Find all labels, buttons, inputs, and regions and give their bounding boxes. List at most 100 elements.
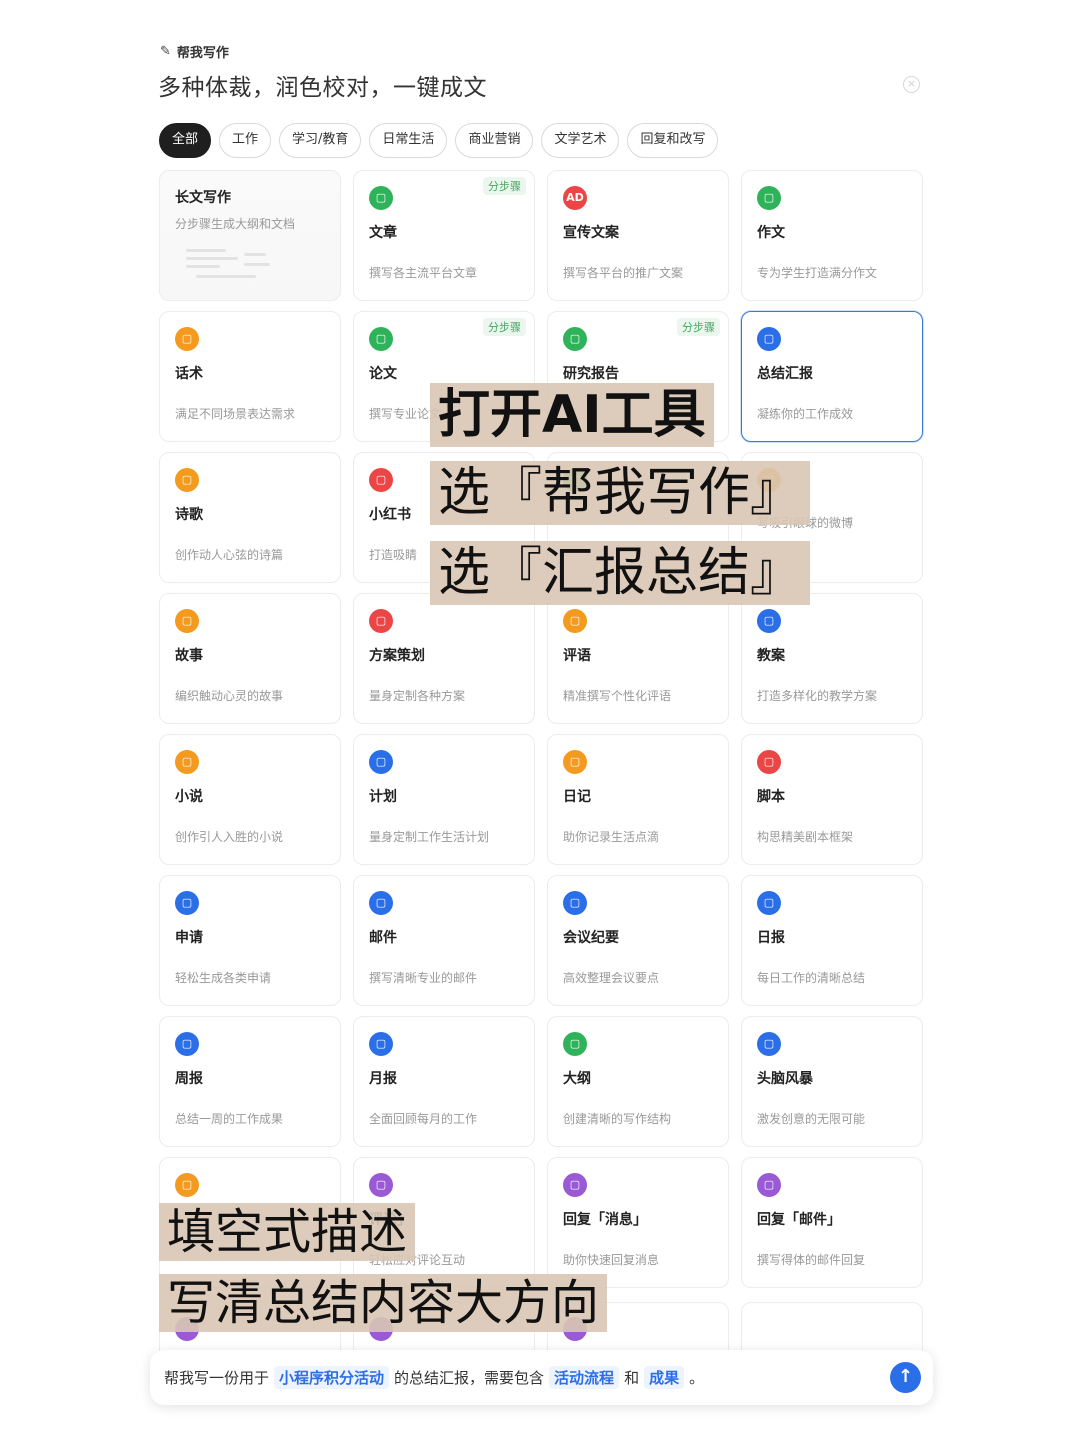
message-icon: ▢: [563, 1173, 587, 1197]
card-desc: 撰写各主流平台文章: [369, 266, 478, 280]
filter-reply[interactable]: 回复和改写: [627, 123, 719, 158]
filter-marketing[interactable]: 商业营销: [455, 123, 534, 158]
card-desc: 打造多样化的教学方案: [757, 689, 878, 703]
card-calendar[interactable]: ▢ 计划 量身定制工作生活计划: [353, 734, 535, 865]
prompt-input[interactable]: 帮我写一份用于 小程序积分活动 的总结汇报，需要包含 活动流程 和 成果 。 ↑: [150, 1350, 933, 1405]
card-desc: 满足不同场景表达需求: [175, 407, 296, 421]
card-title: 文章: [369, 225, 397, 241]
card-desc: 创建清晰的写作结构: [563, 1112, 672, 1126]
card-desc: 撰写清晰专业的邮件: [369, 971, 478, 985]
plan-icon: ▢: [369, 609, 393, 633]
card-diary[interactable]: ▢ 日记 助你记录生活点滴: [547, 734, 729, 865]
card-poem[interactable]: ▢ 诗歌创作动人心弦的诗篇: [159, 452, 341, 583]
mail-reply-icon: ▢: [757, 1173, 781, 1197]
prompt-mid2: 和: [624, 1369, 640, 1387]
card-title: 研究报告: [563, 366, 619, 382]
card-title: 诗歌: [175, 507, 203, 523]
card-bulb[interactable]: ▢ 故事 编织触动心灵的故事: [159, 593, 341, 724]
card-apply[interactable]: ▢ 申请 轻松生成各类申请: [159, 875, 341, 1006]
card-brainstorm[interactable]: ▢ 头脑风暴 激发创意的无限可能: [741, 1016, 923, 1147]
card-title: 方案策划: [369, 648, 425, 664]
mail-icon: ▢: [369, 891, 393, 915]
card-title: 回复「消息」: [563, 1212, 647, 1228]
outline-icon: ▢: [563, 1032, 587, 1056]
card-summary[interactable]: ▢ 总结汇报 凝练你的工作成效: [741, 311, 923, 442]
arrow-up-icon[interactable]: ↑: [890, 1362, 921, 1393]
card-ad[interactable]: AD 宣传文案 撰写各平台的推广文案: [547, 170, 729, 301]
card-title: 小说: [175, 789, 203, 805]
card-title: 论文: [369, 366, 397, 382]
card-desc: 创作动人心弦的诗篇: [175, 548, 284, 562]
card-title: 月报: [369, 1071, 397, 1087]
caption-step3: 选『汇报总结』: [430, 541, 811, 605]
card-title: 话术: [175, 366, 203, 382]
card-daily[interactable]: ▢ 日报 每日工作的清晰总结: [741, 875, 923, 1006]
comment-icon: ▢: [563, 609, 587, 633]
bulb-icon: ▢: [175, 609, 199, 633]
card-desc: 构思精美剧本框架: [757, 830, 854, 844]
brainstorm-icon: ▢: [757, 1032, 781, 1056]
card-mail[interactable]: ▢ 邮件撰写清晰专业的邮件: [353, 875, 535, 1006]
prompt-prefix: 帮我写一份用于: [164, 1369, 270, 1387]
card-desc: 精准撰写个性化评语: [563, 689, 672, 703]
card-long-writing[interactable]: 长文写作分步骤生成大纲和文档: [159, 170, 341, 301]
card-plan[interactable]: ▢ 方案策划量身定制各种方案: [353, 593, 535, 724]
card-title: 长文写作: [175, 190, 231, 206]
apply-icon: ▢: [175, 891, 199, 915]
card-document[interactable]: ▢ 文章 撰写各主流平台文章 分步骤: [353, 170, 535, 301]
card-title: 邮件: [369, 930, 397, 946]
card-desc: 量身定制各种方案: [369, 689, 466, 703]
page-title: 多种体裁，润色校对，一键成文: [158, 75, 487, 101]
document-icon: ▢: [369, 186, 393, 210]
card-partial[interactable]: [741, 1302, 923, 1355]
card-title: 总结汇报: [757, 366, 813, 382]
book-icon: ▢: [175, 750, 199, 774]
script-icon: ▢: [757, 750, 781, 774]
card-title: 作文: [757, 225, 785, 241]
card-title: 故事: [175, 648, 203, 664]
card-pen[interactable]: ▢ 作文 专为学生打造满分作文: [741, 170, 923, 301]
close-icon[interactable]: ×: [903, 76, 920, 93]
filter-literature[interactable]: 文学艺术: [541, 123, 620, 158]
card-title: 周报: [175, 1071, 203, 1087]
poem-icon: ▢: [175, 468, 199, 492]
filter-daily-life[interactable]: 日常生活: [369, 123, 448, 158]
filter-study[interactable]: 学习/教育: [279, 123, 362, 158]
card-desc: 撰写得体的邮件回复: [757, 1253, 866, 1267]
card-mail-reply[interactable]: ▢ 回复「邮件」 撰写得体的邮件回复: [741, 1157, 923, 1288]
card-monthly[interactable]: ▢ 月报全面回顾每月的工作: [353, 1016, 535, 1147]
monthly-icon: ▢: [369, 1032, 393, 1056]
filter-work[interactable]: 工作: [219, 123, 272, 158]
card-script[interactable]: ▢ 脚本 构思精美剧本框架: [741, 734, 923, 865]
header-label: 帮我写作: [176, 46, 229, 61]
filter-all[interactable]: 全部: [159, 123, 212, 158]
weekly-icon: ▢: [175, 1032, 199, 1056]
card-desc: 总结一周的工作成果: [175, 1112, 284, 1126]
lesson-icon: ▢: [757, 609, 781, 633]
card-person[interactable]: ▢ 话术满足不同场景表达需求: [159, 311, 341, 442]
chat-icon: ▢: [369, 1173, 393, 1197]
card-outline[interactable]: ▢ 大纲 创建清晰的写作结构: [547, 1016, 729, 1147]
card-desc: 分步骤生成大纲和文档: [175, 217, 296, 231]
card-title: 宣传文案: [563, 225, 619, 241]
card-desc: 全面回顾每月的工作: [369, 1112, 478, 1126]
card-desc: 高效整理会议要点: [563, 971, 660, 985]
card-book[interactable]: ▢ 小说 创作引人入胜的小说: [159, 734, 341, 865]
card-comment[interactable]: ▢ 评语 精准撰写个性化评语: [547, 593, 729, 724]
card-message[interactable]: ▢ 回复「消息」 助你快速回复消息: [547, 1157, 729, 1288]
prompt-slot-result[interactable]: 成果: [644, 1366, 685, 1389]
card-desc: 轻松生成各类申请: [175, 971, 272, 985]
card-weekly[interactable]: ▢ 周报总结一周的工作成果: [159, 1016, 341, 1147]
step-badge: 分步骤: [677, 318, 720, 336]
card-meeting[interactable]: ▢ 会议纪要 高效整理会议要点: [547, 875, 729, 1006]
ad-icon: AD: [563, 186, 587, 210]
prompt-mid1: 的总结汇报，需要包含: [394, 1369, 545, 1387]
person-icon: ▢: [175, 327, 199, 351]
blog-icon: ▢: [175, 1173, 199, 1197]
document-illustration: [186, 249, 270, 293]
card-title: 日报: [757, 930, 785, 946]
card-lesson[interactable]: ▢ 教案 打造多样化的教学方案: [741, 593, 923, 724]
prompt-slot-topic[interactable]: 小程序积分活动: [274, 1366, 390, 1389]
prompt-slot-process[interactable]: 活动流程: [549, 1366, 620, 1389]
caption-step2: 选『帮我写作』: [430, 461, 811, 525]
